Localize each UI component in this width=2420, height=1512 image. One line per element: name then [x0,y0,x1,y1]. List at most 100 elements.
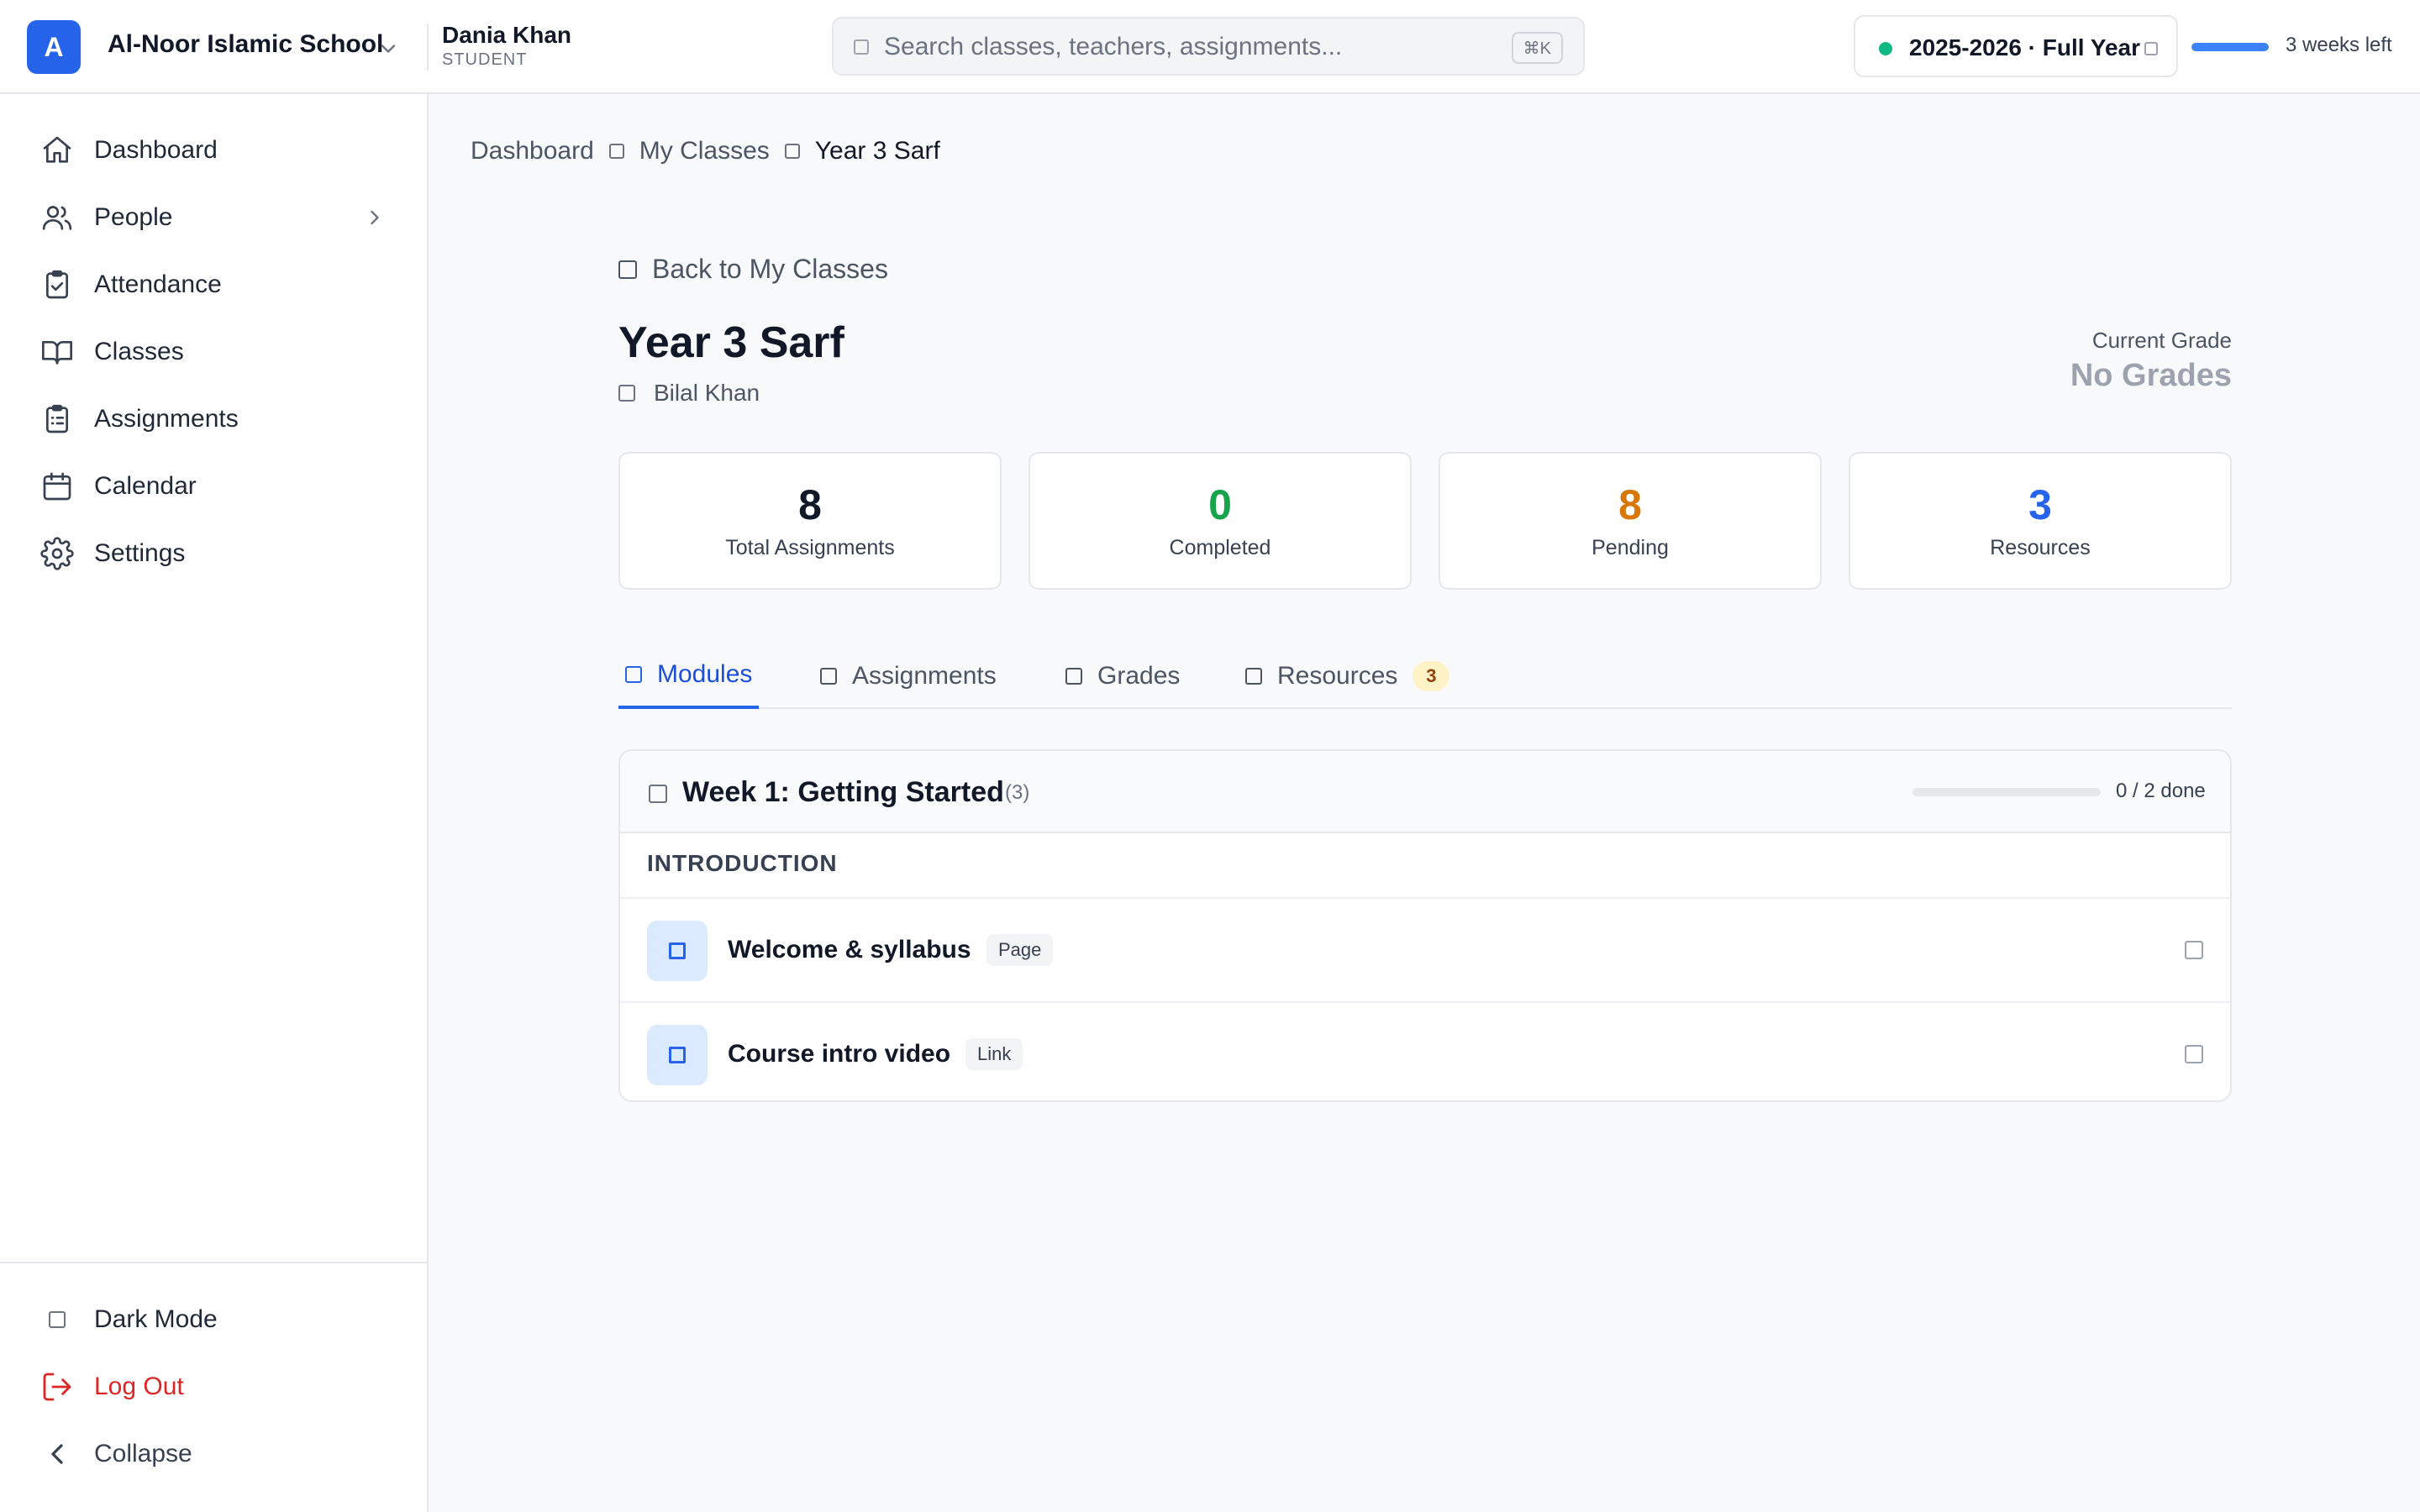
chevron-left-icon [51,1444,63,1464]
term-dropdown-icon [2144,42,2158,55]
term-progress-bar [2191,43,2269,51]
award-icon [1065,668,1082,685]
keyboard-shortcut-badge: ⌘K [1511,32,1563,64]
term-status-dot [1879,42,1892,55]
logout-button[interactable]: Log Out [0,1357,427,1416]
page-icon [647,921,708,981]
home-icon [43,136,71,163]
stat-completed: 0 Completed [1028,452,1412,590]
logout-label: Log Out [94,1373,184,1400]
page-title: Year 3 Sarf [618,318,844,367]
clipboard-check-icon [46,270,68,299]
item-title: Welcome & syllabus [728,936,971,963]
breadcrumb-current: Year 3 Sarf [814,137,940,165]
chevron-down-icon[interactable] [376,37,400,60]
school-logo[interactable]: A [27,20,81,74]
class-tabs: Modules Assignments Grades Resources 3 [618,643,2232,709]
tab-assignments[interactable]: Assignments [820,643,997,709]
stat-label: Resources [1990,536,2091,559]
teacher-info: Bilal Khan [618,380,760,407]
sidebar: Dashboard People Attendance Classes Assi… [0,94,429,1512]
tab-label: Grades [1097,662,1181,690]
current-grade-label: Current Grade [2091,328,2232,353]
folder-icon [1245,668,1262,685]
book-open-icon [42,341,72,365]
breadcrumb-separator-icon [784,144,800,159]
sidebar-item-settings[interactable]: Settings [0,524,427,583]
term-remaining: 3 weeks left [2286,34,2392,56]
collapse-sidebar-button[interactable]: Collapse [0,1425,427,1483]
sidebar-item-label: Attendance [94,270,222,298]
tab-label: Modules [657,660,753,688]
sidebar-item-calendar[interactable]: Calendar [0,457,427,516]
dark-mode-label: Dark Mode [94,1305,218,1333]
back-to-classes-link[interactable]: Back to My Classes [618,254,888,285]
item-type-tag: Page [986,934,1054,966]
calendar-icon [43,472,71,501]
sidebar-item-classes[interactable]: Classes [0,323,427,381]
stat-label: Pending [1591,536,1669,559]
sidebar-item-attendance[interactable]: Attendance [0,255,427,314]
teacher-name: Bilal Khan [654,380,760,406]
stat-value: 3 [2028,481,2052,528]
sidebar-item-label: Dashboard [94,136,218,164]
module-title: Week 1: Getting Started [682,776,1004,808]
user-icon [618,385,635,402]
tab-label: Assignments [852,662,997,690]
module-card: Week 1: Getting Started (3) 0 / 2 done I… [618,749,2232,1102]
tab-resources[interactable]: Resources 3 [1245,643,1450,709]
moon-icon [49,1311,66,1328]
tab-modules[interactable]: Modules [618,643,760,709]
clipboard-icon [820,668,837,685]
module-header[interactable]: Week 1: Getting Started (3) 0 / 2 done [620,751,2230,833]
header-divider [427,24,429,71]
layers-icon [625,666,642,683]
breadcrumb-my-classes[interactable]: My Classes [639,137,770,165]
sidebar-item-label: Classes [94,338,184,365]
stat-total-assignments: 8 Total Assignments [618,452,1002,590]
item-type-tag: Link [965,1038,1023,1070]
dark-mode-toggle[interactable]: Dark Mode [0,1290,427,1349]
stat-resources: 3 Resources [1849,452,2232,590]
logout-icon [43,1373,71,1401]
sidebar-item-people[interactable]: People [0,188,427,247]
section-heading: INTRODUCTION [647,850,838,876]
item-title: Course intro video [728,1040,951,1068]
link-icon [647,1025,708,1085]
search-input[interactable] [884,27,1489,67]
term-selector[interactable]: 2025-2026 · Full Year [1854,15,2178,77]
stat-label: Completed [1169,536,1271,559]
list-item[interactable]: Welcome & syllabus Page [620,899,2230,1001]
breadcrumb-dashboard[interactable]: Dashboard [471,137,594,165]
chevron-right-icon[interactable] [363,206,387,229]
module-done-count: 0 / 2 done [2116,780,2206,802]
sidebar-item-assignments[interactable]: Assignments [0,390,427,449]
sidebar-item-dashboard[interactable]: Dashboard [0,121,427,180]
completion-checkbox[interactable] [2185,1045,2203,1063]
school-name[interactable]: Al-Noor Islamic School [108,30,383,59]
list-item[interactable]: Course intro video Link [620,1001,2230,1100]
sidebar-item-label: Calendar [94,472,197,500]
back-link-label: Back to My Classes [652,254,888,284]
sidebar-item-label: Settings [94,539,186,567]
collapse-label: Collapse [94,1440,192,1467]
stat-pending: 8 Pending [1439,452,1822,590]
completion-checkbox[interactable] [2185,941,2203,959]
breadcrumb-separator-icon [608,144,624,159]
search-box[interactable]: ⌘K [832,17,1585,76]
stat-value: 8 [798,481,822,528]
gear-icon [40,537,74,570]
stat-value: 0 [1208,481,1232,528]
top-bar: A Al-Noor Islamic School Dania Khan STUD… [0,0,2420,94]
search-icon [854,39,869,55]
user-name: Dania Khan [442,22,572,48]
term-label: 2025-2026 · Full Year [1909,34,2140,60]
resources-count-badge: 3 [1413,661,1450,691]
arrow-left-icon [618,260,637,279]
term-progress-fill [2191,43,2269,51]
tab-grades[interactable]: Grades [1065,643,1180,709]
module-item-count: (3) [1005,781,1030,804]
sidebar-divider [0,1262,427,1263]
user-role: STUDENT [442,50,528,69]
module-progress-bar [1912,788,2101,796]
